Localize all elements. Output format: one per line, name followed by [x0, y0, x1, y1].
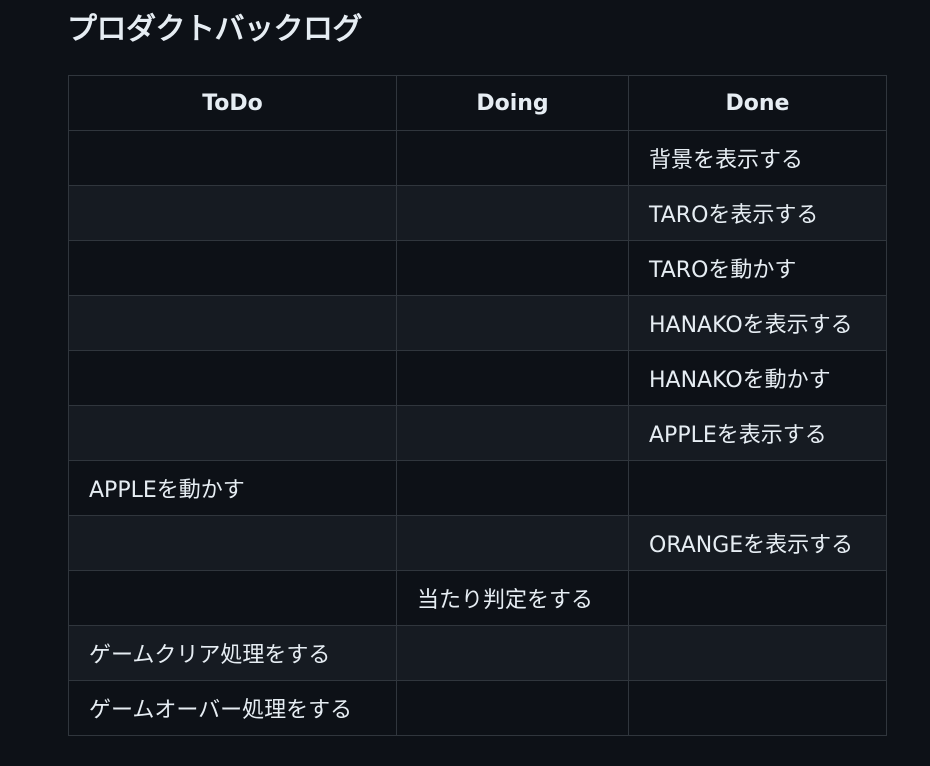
table-row: ゲームクリア処理をする	[68, 625, 887, 681]
table-row: 背景を表示する	[68, 130, 887, 186]
column-header-todo: ToDo	[68, 75, 397, 131]
done-cell: HANAKOを動かす	[628, 350, 887, 406]
done-cell	[628, 460, 887, 516]
done-cell	[628, 680, 887, 736]
table-row: TAROを動かす	[68, 240, 887, 296]
doing-cell	[396, 350, 629, 406]
table-row: 当たり判定をする	[68, 570, 887, 626]
column-header-doing: Doing	[396, 75, 629, 131]
doing-cell	[396, 240, 629, 296]
table-row: APPLEを動かす	[68, 460, 887, 516]
done-cell: 背景を表示する	[628, 130, 887, 186]
todo-cell	[68, 295, 397, 351]
doing-cell	[396, 295, 629, 351]
todo-cell	[68, 570, 397, 626]
table-row: TAROを表示する	[68, 185, 887, 241]
doing-cell	[396, 460, 629, 516]
doing-cell	[396, 130, 629, 186]
todo-cell	[68, 130, 397, 186]
table-row: HANAKOを表示する	[68, 295, 887, 351]
page: プロダクトバックログ ToDo Doing Done 背景を表示する TAROを…	[0, 0, 930, 766]
todo-cell	[68, 240, 397, 296]
done-cell: TAROを表示する	[628, 185, 887, 241]
table-row: ゲームオーバー処理をする	[68, 680, 887, 736]
table-row: APPLEを表示する	[68, 405, 887, 461]
doing-cell	[396, 515, 629, 571]
done-cell	[628, 570, 887, 626]
todo-cell	[68, 185, 397, 241]
doing-cell	[396, 625, 629, 681]
table-row: HANAKOを動かす	[68, 350, 887, 406]
doing-cell	[396, 405, 629, 461]
todo-cell	[68, 405, 397, 461]
done-cell	[628, 625, 887, 681]
todo-cell: ゲームオーバー処理をする	[68, 680, 397, 736]
done-cell: TAROを動かす	[628, 240, 887, 296]
page-title: プロダクトバックログ	[67, 12, 363, 47]
column-header-done: Done	[628, 75, 887, 131]
doing-cell: 当たり判定をする	[396, 570, 629, 626]
table-header-row: ToDo Doing Done	[68, 75, 887, 131]
todo-cell: ゲームクリア処理をする	[68, 625, 397, 681]
backlog-table: ToDo Doing Done 背景を表示する TAROを表示する TAROを動…	[68, 75, 887, 736]
doing-cell	[396, 185, 629, 241]
doing-cell	[396, 680, 629, 736]
done-cell: HANAKOを表示する	[628, 295, 887, 351]
todo-cell: APPLEを動かす	[68, 460, 397, 516]
done-cell: ORANGEを表示する	[628, 515, 887, 571]
todo-cell	[68, 515, 397, 571]
table-row: ORANGEを表示する	[68, 515, 887, 571]
done-cell: APPLEを表示する	[628, 405, 887, 461]
todo-cell	[68, 350, 397, 406]
